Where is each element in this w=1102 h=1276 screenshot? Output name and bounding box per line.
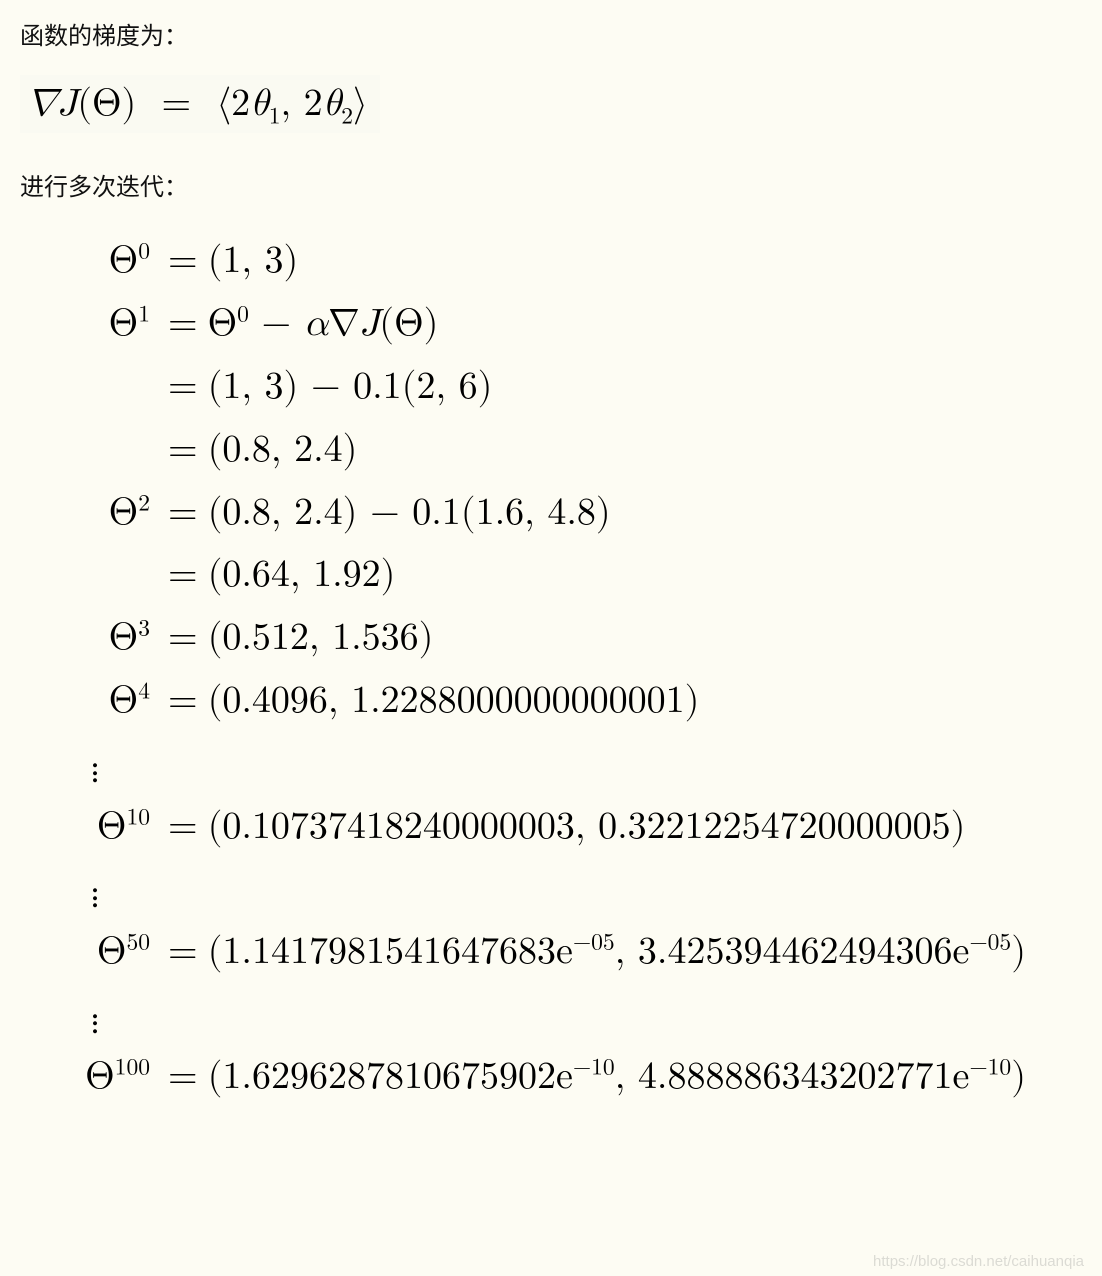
theta-0-row: Θ0 = (1, 3) [40,232,1082,291]
theta-100-row: Θ100 = (1.6296287810675902e−10, 4.888886… [40,1048,1082,1107]
theta-0-value: (1, 3) [208,232,299,291]
theta-4-sup: 4 [138,680,150,704]
gradient-label: 函数的梯度为： [20,16,1082,51]
theta-1-expr-2: (1, 3) − 0.1(2, 6) [208,358,493,417]
theta-1-row-1: Θ1 = Θ0 − α∇J(Θ) [40,295,1082,354]
iteration-block: Θ0 = (1, 3) Θ1 = Θ0 − α∇J(Θ) = (1, 3) − … [20,222,1082,1107]
theta-1-row-2: = (1, 3) − 0.1(2, 6) [40,358,1082,417]
equals-sign: = [158,672,208,731]
theta-2-row-1: Θ2 = (0.8, 2.4) − 0.1(1.6, 4.8) [40,484,1082,543]
theta-10-sup: 10 [126,805,150,829]
theta-100-sup: 100 [115,1055,150,1079]
theta-100-value: (1.6296287810675902e−10, 4.8888863432027… [208,1048,1026,1107]
theta-2-row-2: = (0.64, 1.92) [40,546,1082,605]
theta-0-sup: 0 [138,239,150,263]
theta-2-sup: 2 [138,491,150,515]
theta-50-row: Θ50 = (1.1417981541647683e−05, 3.4253944… [40,923,1082,982]
equals-sign: = [158,421,208,480]
theta-3-row: Θ3 = (0.512, 1.536) [40,609,1082,668]
equals-sign: = [158,358,208,417]
theta-10-row: Θ10 = (0.10737418240000003, 0.3221225472… [40,798,1082,857]
theta-4-row: Θ4 = (0.4096, 1.2288000000000001) [40,672,1082,731]
theta-4-value: (0.4096, 1.2288000000000001) [208,672,700,731]
watermark-text: https://blog.csdn.net/caihuanqia [873,1253,1084,1270]
vertical-dots-icon: ... [40,878,150,900]
theta-3-sup: 3 [138,617,150,641]
theta-2-expr-1: (0.8, 2.4) − 0.1(1.6, 4.8) [208,484,611,543]
vertical-dots-icon: ... [40,753,150,775]
equals-sign: = [158,923,208,982]
theta-2-expr-2: (0.64, 1.92) [208,546,396,605]
theta-50-value: (1.1417981541647683e−05, 3.4253944624943… [208,923,1026,982]
equals-sign: = [158,609,208,668]
theta-1-expr-3: (0.8, 2.4) [208,421,358,480]
iterate-label: 进行多次迭代： [20,167,1082,202]
theta-1-expr-1: Θ0 − α∇J(Θ) [208,295,439,354]
theta-50-sup: 50 [126,930,150,954]
vertical-dots-icon: ... [40,1004,150,1026]
equals-sign: = [158,546,208,605]
theta-1-sup: 1 [138,302,150,326]
gradient-equation: ∇J(Θ) = ⟨2θ1, 2θ2⟩ [20,75,380,133]
equals-sign: = [158,798,208,857]
theta-3-value: (0.512, 1.536) [208,609,434,668]
theta-10-value: (0.10737418240000003, 0.3221225472000000… [208,798,966,857]
equals-sign: = [158,1048,208,1107]
equals-sign: = [158,295,208,354]
equals-sign: = [158,232,208,291]
theta-1-row-3: = (0.8, 2.4) [40,421,1082,480]
equals-sign: = [158,484,208,543]
